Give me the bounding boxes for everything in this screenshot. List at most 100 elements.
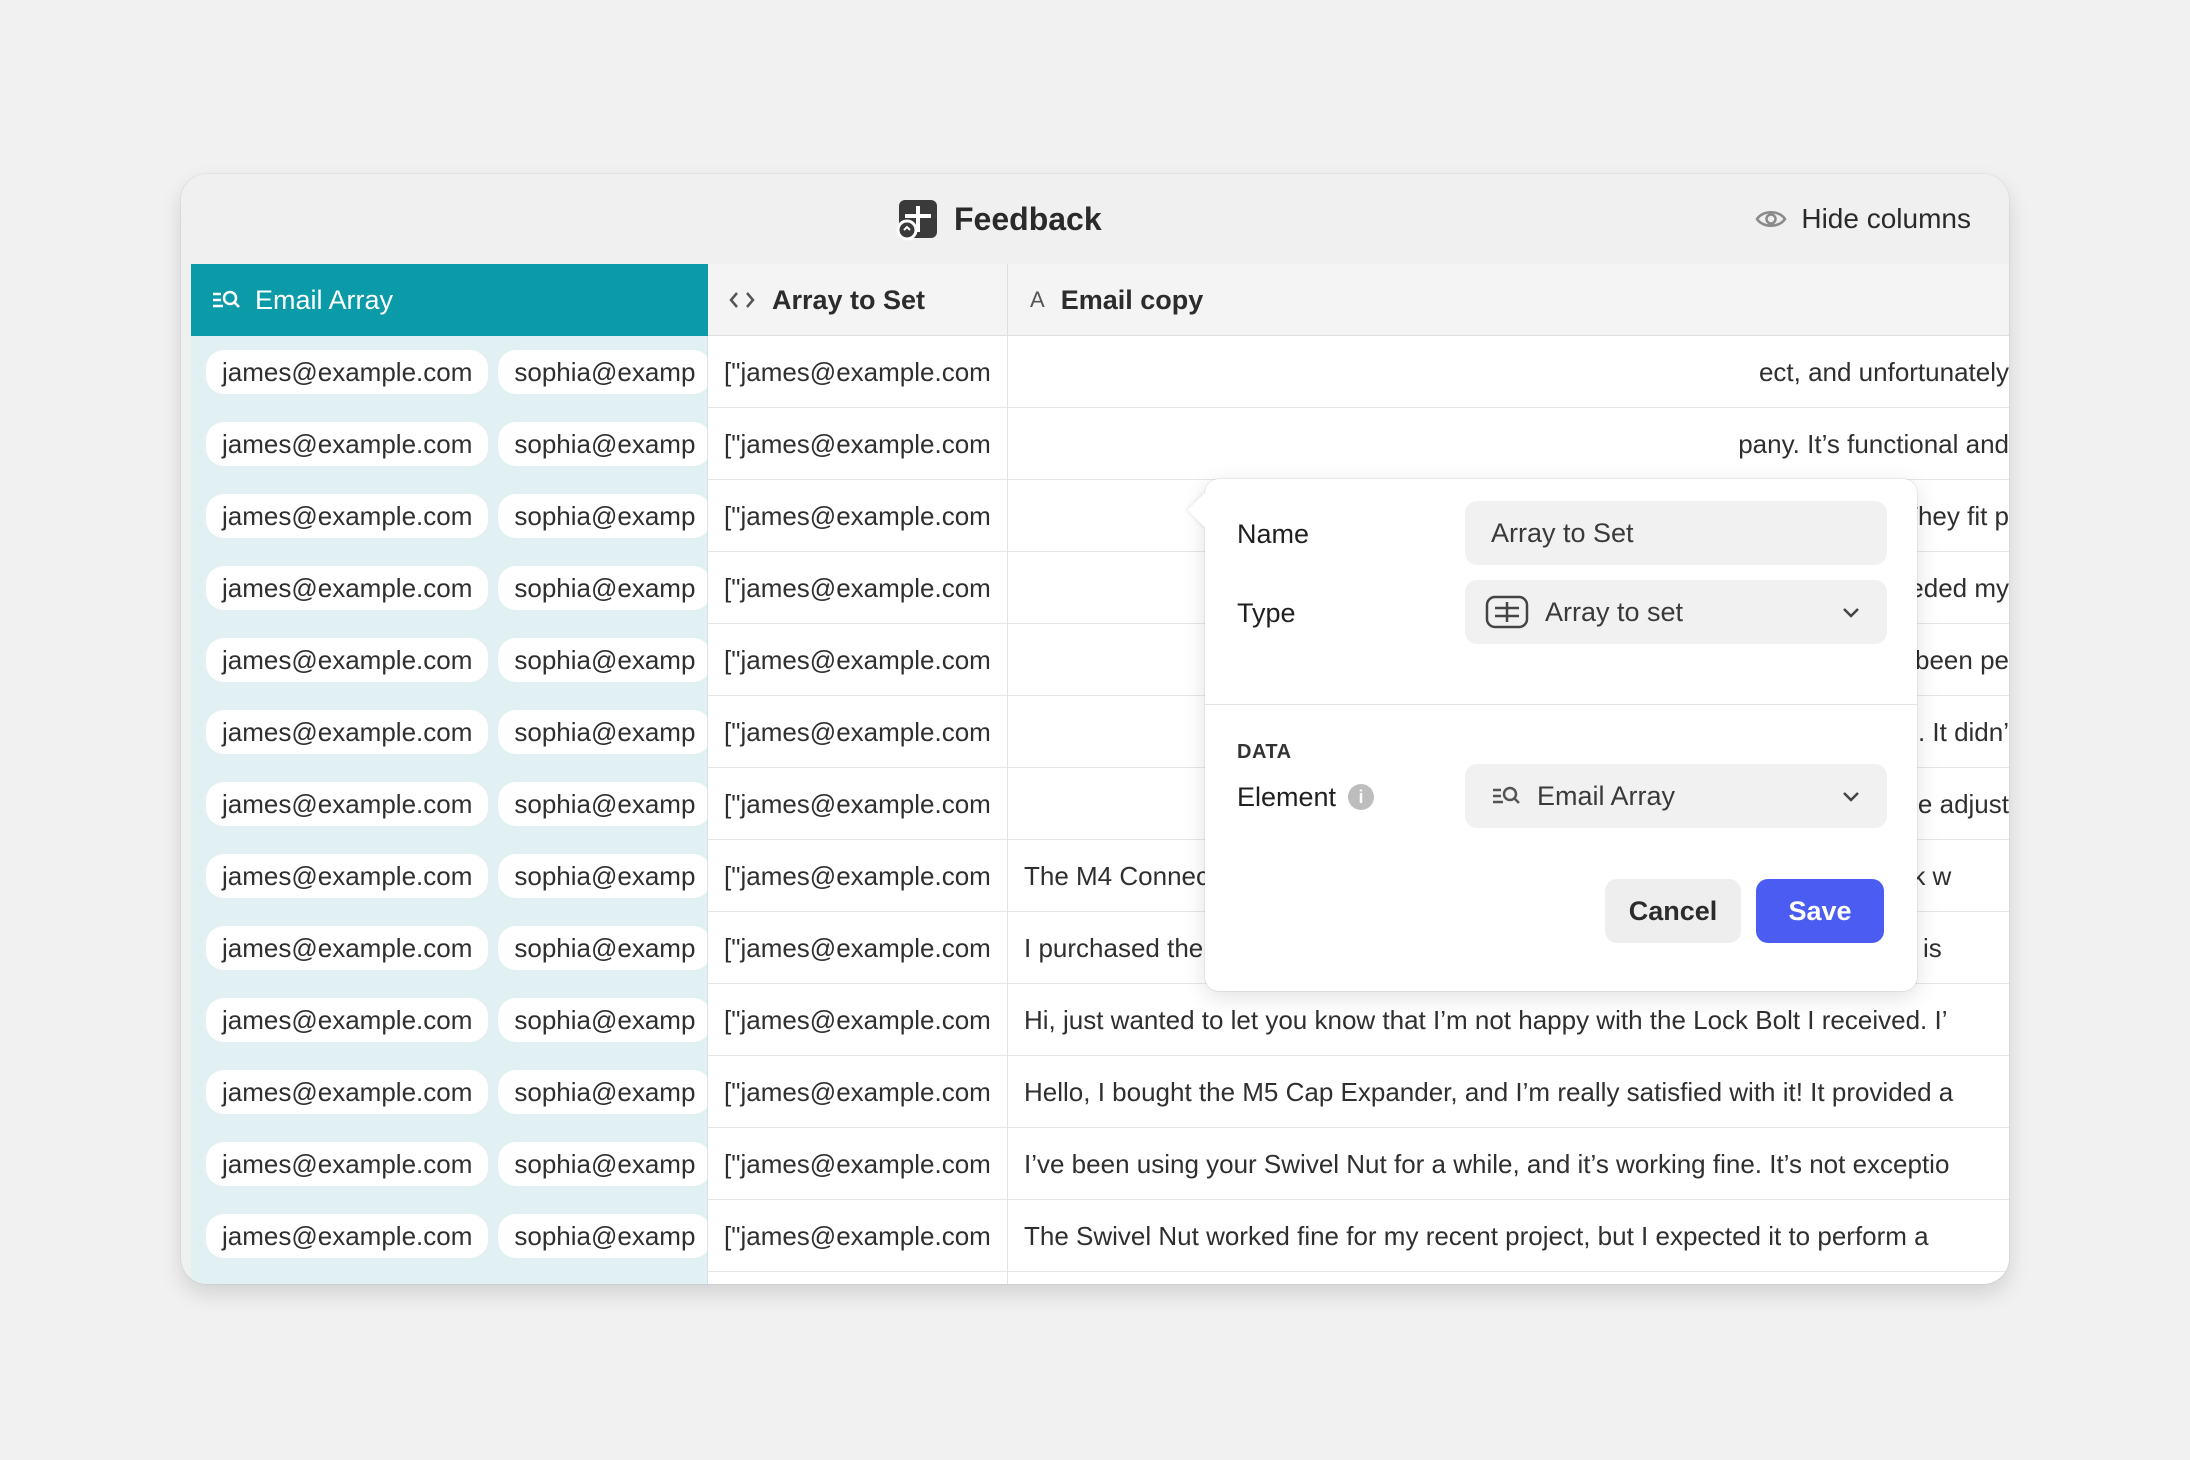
email-array-cell[interactable]: james@example.comsophia@examp — [191, 1128, 708, 1200]
array-to-set-cell[interactable]: ["james@example.com — [708, 408, 1008, 480]
array-to-set-cell[interactable]: ["james@example.com — [708, 696, 1008, 768]
email-chip: sophia@examp — [498, 566, 707, 610]
email-chip: james@example.com — [206, 854, 489, 898]
email-copy-cell[interactable]: Hello, I bought the M5 Cap Expander, and… — [1008, 1056, 2009, 1128]
email-array-cell[interactable]: james@example.comsophia@examp — [191, 552, 708, 624]
email-array-cell[interactable]: james@example.comsophia@examp — [191, 480, 708, 552]
email-chip: james@example.com — [206, 998, 489, 1042]
array-to-set-cell[interactable]: ["james@example.com — [708, 480, 1008, 552]
email-chip: james@example.com — [206, 710, 489, 754]
header-row: Email Array Array to Set A Email copy — [191, 264, 2009, 336]
email-chip: sophia@examp — [498, 926, 707, 970]
array-to-set-cell[interactable]: ["james@example.com — [708, 1200, 1008, 1272]
email-chip: james@example.com — [206, 782, 489, 826]
email-array-cell[interactable]: james@example.comsophia@examp — [191, 1200, 708, 1272]
name-label: Name — [1237, 518, 1310, 549]
column-header-label: Array to Set — [772, 284, 926, 315]
array-to-set-cell[interactable]: ["james@example.com — [708, 1056, 1008, 1128]
email-array-cell[interactable]: james@example.comsophia@examp — [191, 1272, 708, 1284]
email-array-cell[interactable]: james@example.comsophia@examp — [191, 840, 708, 912]
eye-icon — [1755, 211, 1787, 227]
table-row[interactable]: james@example.comsophia@examp["james@exa… — [191, 1272, 2009, 1284]
column-header-label: Email copy — [1060, 284, 1204, 315]
element-label-group: Element i — [1237, 777, 1375, 817]
array-to-set-cell[interactable]: ["james@example.com — [708, 912, 1008, 984]
email-chip: james@example.com — [206, 566, 489, 610]
email-array-cell[interactable]: james@example.comsophia@examp — [191, 768, 708, 840]
email-chip: sophia@examp — [498, 422, 707, 466]
chevron-down-icon — [1843, 792, 1859, 802]
table-app-icon — [896, 197, 940, 241]
email-chip: sophia@examp — [498, 1142, 707, 1186]
divider — [1205, 704, 1917, 705]
email-array-cell[interactable]: james@example.comsophia@examp — [191, 696, 708, 768]
array-to-set-cell[interactable]: ["james@example.com — [708, 336, 1008, 408]
email-chip: james@example.com — [206, 926, 489, 970]
data-section-title: DATA — [1237, 741, 1292, 763]
column-header-array-to-set[interactable]: Array to Set — [708, 264, 1008, 336]
table-row[interactable]: james@example.comsophia@examp["james@exa… — [191, 1200, 2009, 1272]
array-to-set-cell[interactable]: ["james@example.com — [708, 984, 1008, 1056]
array-to-set-cell[interactable]: ["james@example.com — [708, 768, 1008, 840]
email-chip: james@example.com — [206, 350, 489, 394]
type-label: Type — [1237, 597, 1296, 628]
column-header-email-array[interactable]: Email Array — [191, 264, 708, 336]
app-title-text: Feedback — [954, 200, 1102, 237]
info-icon[interactable]: i — [1348, 784, 1375, 810]
email-chip: james@example.com — [206, 638, 489, 682]
table-row[interactable]: james@example.comsophia@examp["james@exa… — [191, 1056, 2009, 1128]
array-search-icon — [213, 290, 240, 308]
email-chip: james@example.com — [206, 422, 489, 466]
code-icon — [729, 292, 755, 308]
email-array-cell[interactable]: james@example.comsophia@examp — [191, 336, 708, 408]
array-to-set-cell[interactable]: ["james@example.com — [708, 1272, 1008, 1284]
element-select[interactable]: Email Array — [1465, 764, 1887, 828]
table-row[interactable]: james@example.comsophia@examp["james@exa… — [191, 984, 2009, 1056]
email-copy-cell[interactable] — [1008, 1272, 2009, 1284]
email-chip: james@example.com — [206, 494, 489, 538]
array-to-set-cell[interactable]: ["james@example.com — [708, 1128, 1008, 1200]
email-chip: james@example.com — [206, 1142, 489, 1186]
email-copy-cell[interactable]: Hi, just wanted to let you know that I’m… — [1008, 984, 2009, 1056]
email-chip: james@example.com — [206, 1070, 489, 1114]
email-chip: sophia@examp — [498, 1214, 707, 1258]
email-copy-cell[interactable]: The Swivel Nut worked fine for my recent… — [1008, 1200, 2009, 1272]
email-array-cell[interactable]: james@example.comsophia@examp — [191, 624, 708, 696]
email-chip: james@example.com — [206, 1214, 489, 1258]
type-select[interactable]: Array to set — [1465, 580, 1887, 644]
type-select-value: Array to set — [1545, 596, 1684, 627]
email-chip: sophia@examp — [498, 494, 707, 538]
app-title: Feedback — [896, 196, 1102, 242]
array-to-set-cell[interactable]: ["james@example.com — [708, 624, 1008, 696]
email-chip: sophia@examp — [498, 638, 707, 682]
email-array-cell[interactable]: james@example.comsophia@examp — [191, 912, 708, 984]
element-label: Element — [1237, 781, 1337, 812]
email-array-cell[interactable]: james@example.comsophia@examp — [191, 1056, 708, 1128]
hide-columns-label: Hide columns — [1801, 203, 1971, 234]
email-chip: sophia@examp — [498, 782, 707, 826]
column-header-email-copy[interactable]: A Email copy — [1008, 264, 2009, 336]
email-chip: sophia@examp — [498, 854, 707, 898]
array-to-set-icon — [1485, 595, 1529, 629]
hide-columns-button[interactable]: Hide columns — [1755, 198, 1971, 240]
array-to-set-cell[interactable]: ["james@example.com — [708, 840, 1008, 912]
email-array-cell[interactable]: james@example.comsophia@examp — [191, 984, 708, 1056]
array-to-set-cell[interactable]: ["james@example.com — [708, 552, 1008, 624]
title-bar: Feedback Hide columns — [181, 174, 2009, 264]
table-row[interactable]: james@example.comsophia@examp["james@exa… — [191, 336, 2009, 408]
email-copy-cell[interactable]: I’ve been using your Swivel Nut for a wh… — [1008, 1128, 2009, 1200]
element-select-value: Email Array — [1537, 780, 1676, 811]
email-chip: sophia@examp — [498, 998, 707, 1042]
email-copy-cell[interactable]: pany. It’s functional and — [1008, 408, 2009, 480]
name-field[interactable]: Array to Set — [1465, 501, 1887, 565]
table-row[interactable]: james@example.comsophia@examp["james@exa… — [191, 408, 2009, 480]
name-field-value: Array to Set — [1491, 517, 1634, 548]
cancel-button[interactable]: Cancel — [1605, 879, 1741, 943]
table-row[interactable]: james@example.comsophia@examp["james@exa… — [191, 1128, 2009, 1200]
email-array-cell[interactable]: james@example.comsophia@examp — [191, 408, 708, 480]
email-chip: sophia@examp — [498, 710, 707, 754]
save-button[interactable]: Save — [1756, 879, 1884, 943]
column-header-label: Email Array — [255, 284, 394, 315]
email-copy-cell[interactable]: ect, and unfortunately — [1008, 336, 2009, 408]
email-chip: sophia@examp — [498, 1070, 707, 1114]
